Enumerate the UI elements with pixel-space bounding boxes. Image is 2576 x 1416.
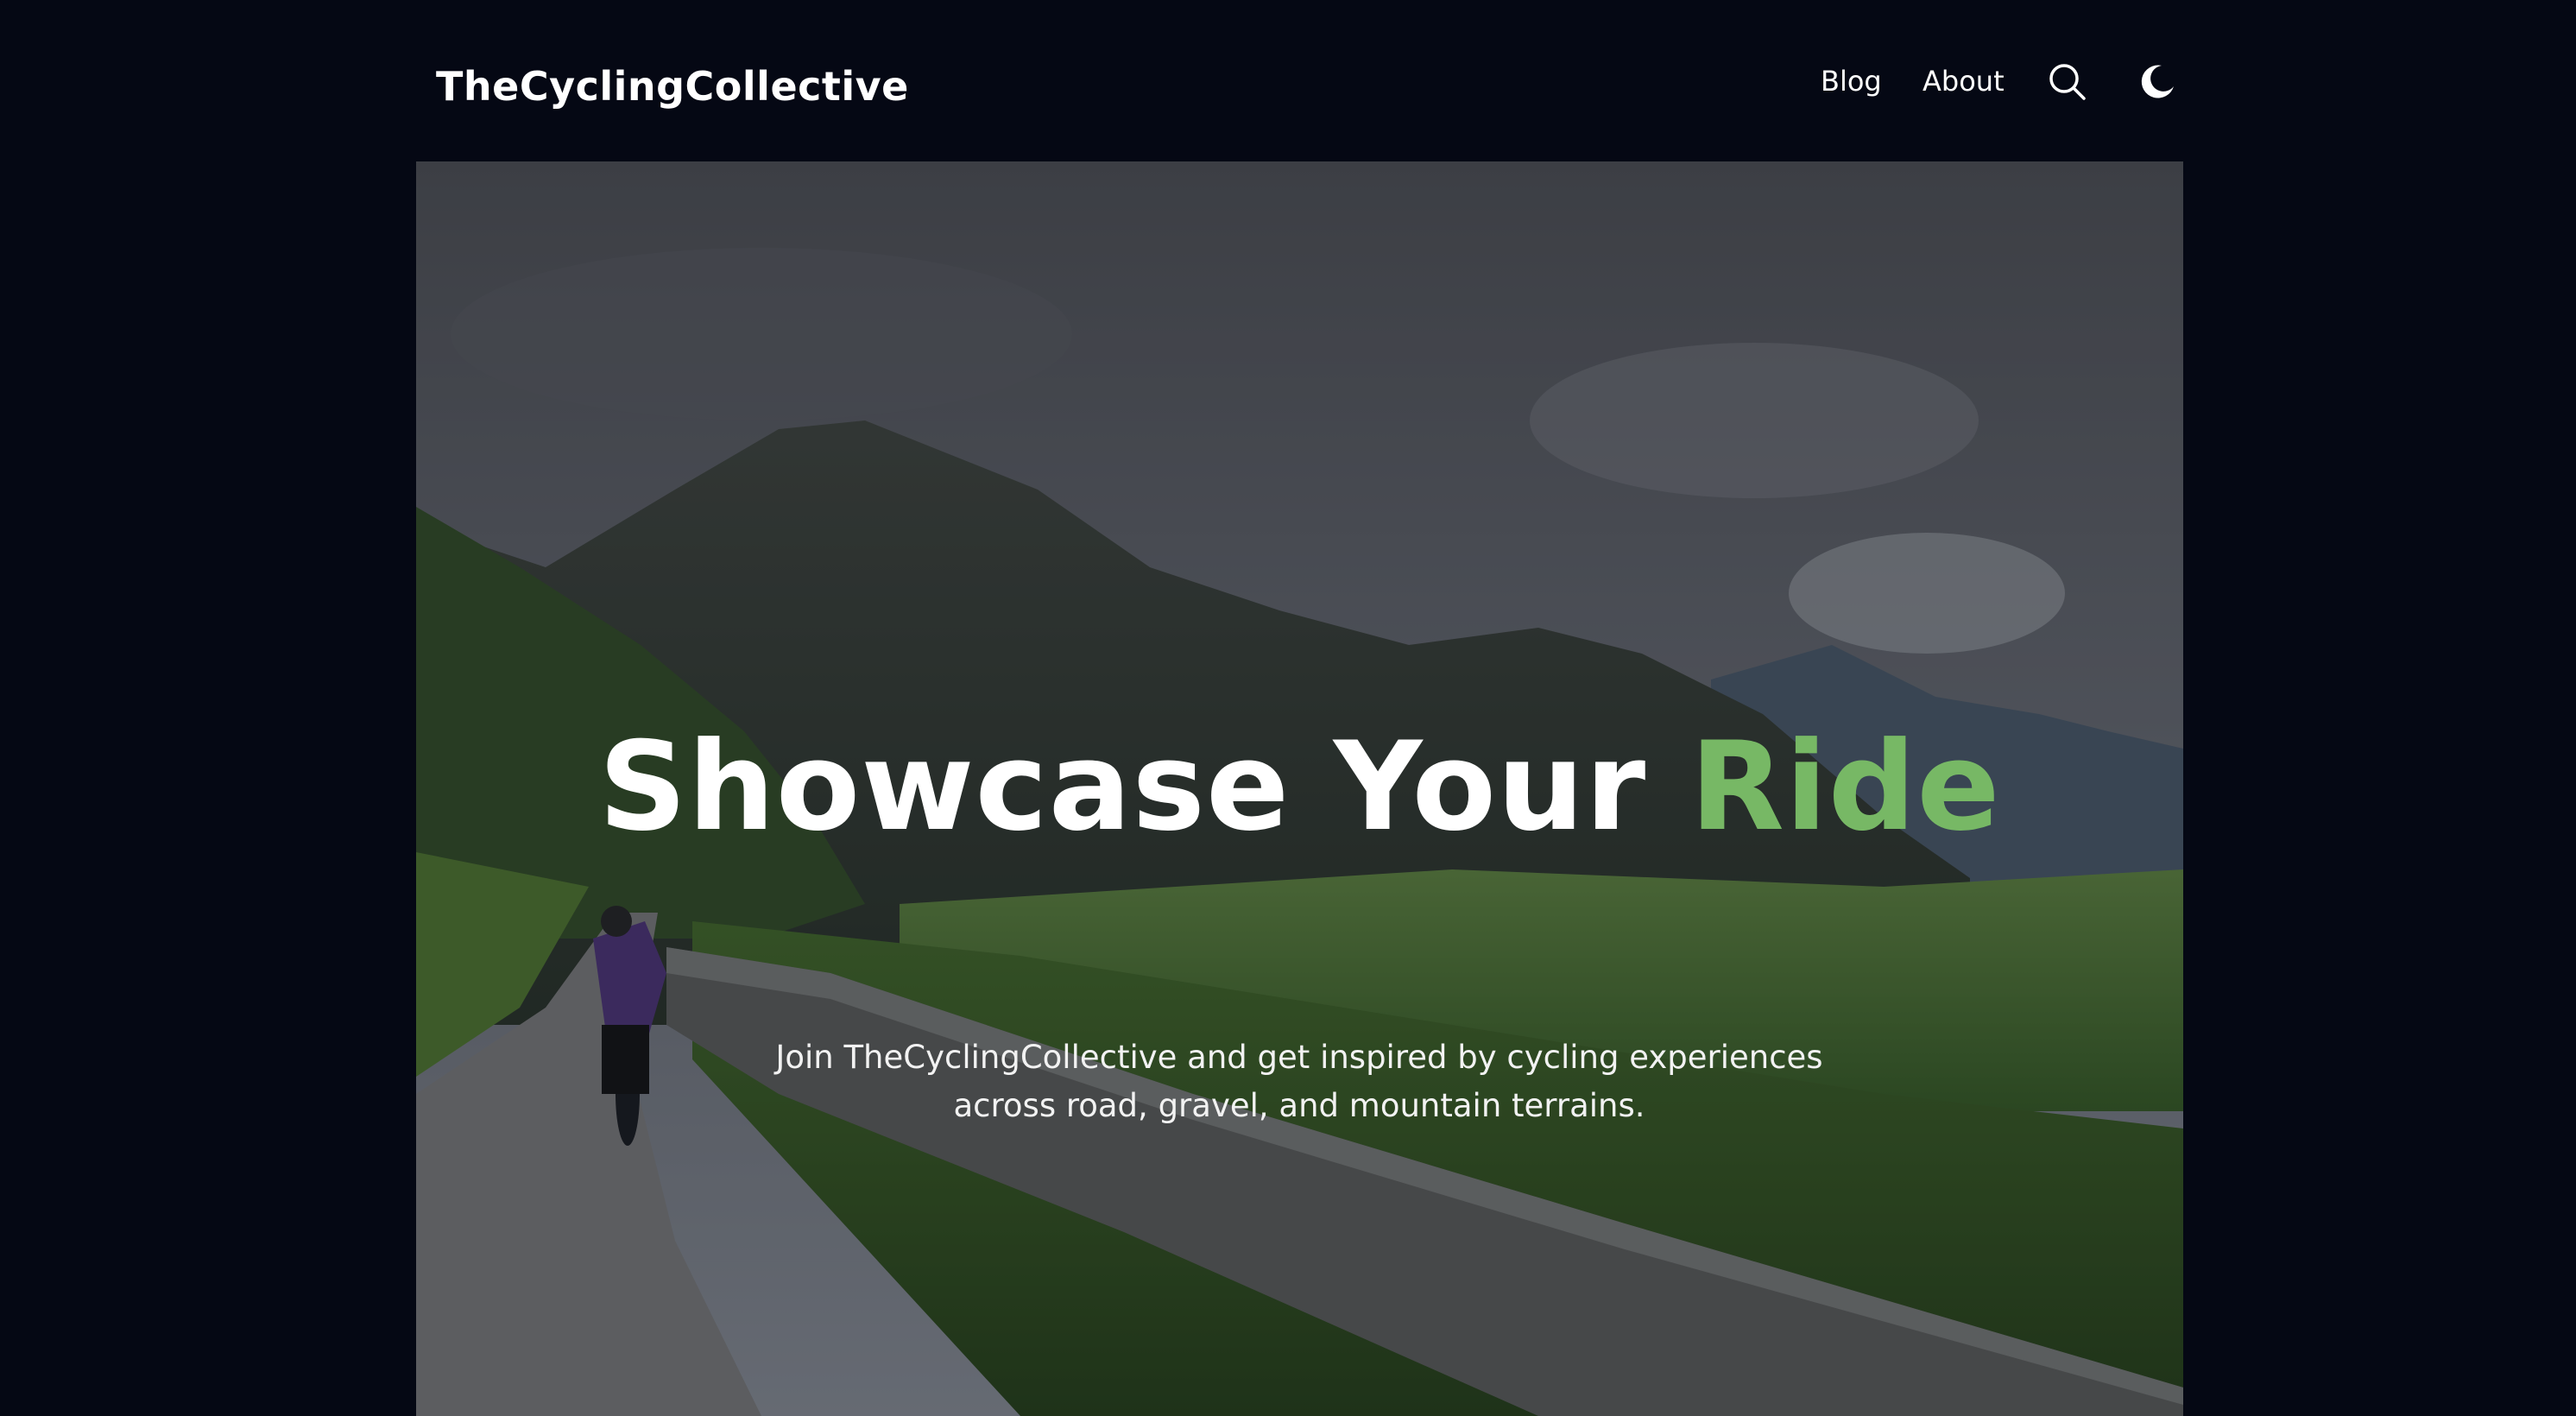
hero-subtitle: Join TheCyclingCollective and get inspir… — [775, 1039, 1823, 1124]
hero-title: Showcase Your Ride — [416, 714, 2183, 861]
hero-title-main: Showcase Your — [598, 716, 1647, 858]
search-button[interactable] — [2046, 60, 2087, 102]
moon-icon — [2141, 65, 2174, 98]
nav-link-about[interactable]: About — [1923, 55, 2005, 107]
hero-section: Showcase Your Ride Join TheCyclingCollec… — [416, 161, 2183, 1416]
nav-link-blog[interactable]: Blog — [1821, 55, 1882, 107]
hero-title-accent: Ride — [1689, 716, 2001, 858]
theme-toggle-button[interactable] — [2136, 60, 2177, 102]
main-nav: Blog About — [0, 55, 2576, 107]
site-header: TheCyclingCollective Blog About — [0, 0, 2576, 161]
search-icon — [2049, 64, 2086, 100]
